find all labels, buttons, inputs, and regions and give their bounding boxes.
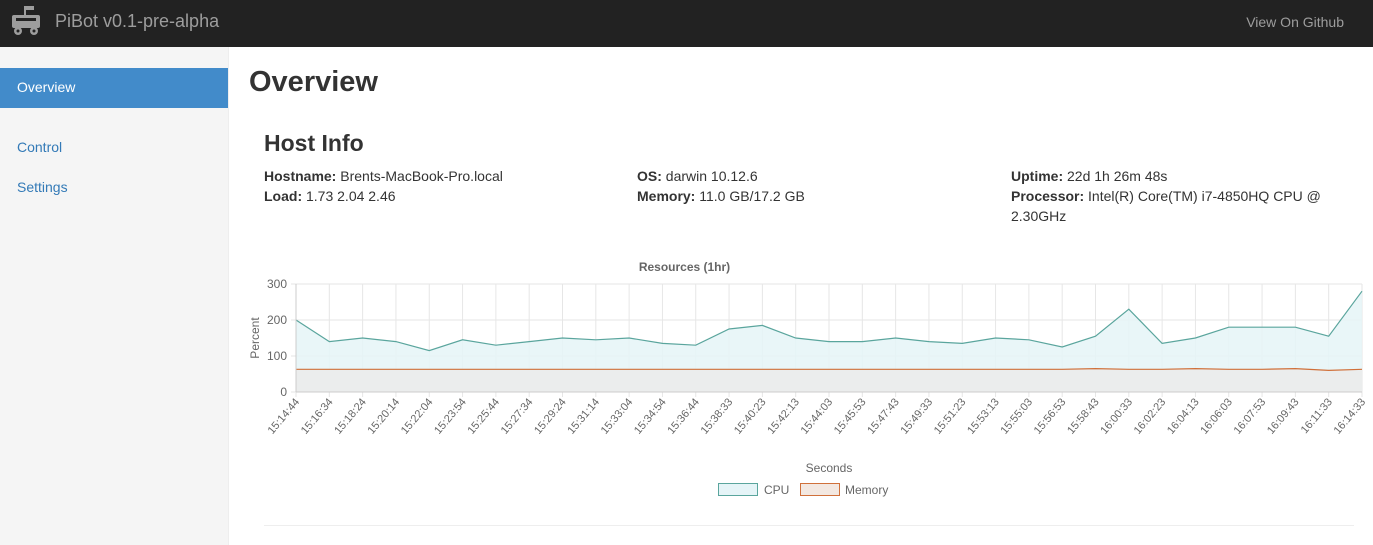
x-tick-label: 16:06:03	[1198, 396, 1235, 437]
x-tick-label: 15:18:24	[332, 396, 369, 437]
x-tick-label: 15:58:43	[1065, 396, 1102, 437]
x-tick-label: 16:04:13	[1165, 396, 1202, 437]
y-tick-label: 200	[267, 313, 287, 327]
x-tick-label: 15:33:04	[599, 396, 636, 437]
y-tick-label: 300	[267, 277, 287, 291]
x-tick-label: 15:36:44	[665, 396, 702, 437]
x-tick-label: 15:47:43	[865, 396, 902, 437]
x-tick-label: 15:14:44	[266, 396, 303, 437]
y-tick-label: 100	[267, 349, 287, 363]
section-divider	[264, 525, 1354, 526]
x-tick-label: 15:51:23	[932, 396, 969, 437]
legend-memory-swatch	[800, 483, 840, 496]
x-tick-label: 15:29:24	[532, 396, 569, 437]
x-tick-label: 15:27:34	[499, 396, 536, 437]
x-tick-label: 15:20:14	[366, 396, 403, 437]
x-tick-label: 15:45:53	[832, 396, 869, 437]
x-tick-label: 15:22:04	[399, 396, 436, 437]
resources-chart: 0 100 200 300 15:14:4415:16:3415:18:2415:20:…	[248, 277, 1369, 475]
x-tick-label: 15:49:33	[899, 396, 936, 437]
x-tick-label: 15:55:03	[998, 396, 1035, 437]
x-tick-label: 16:11:33	[1299, 396, 1335, 436]
x-tick-label: 15:23:54	[432, 396, 469, 437]
x-tick-label: 15:31:14	[565, 396, 602, 437]
x-tick-label: 16:02:23	[1132, 396, 1169, 437]
x-tick-label: 15:44:03	[799, 396, 836, 437]
legend-cpu-swatch	[718, 483, 758, 496]
legend-memory-label: Memory	[845, 483, 889, 497]
x-tick-label: 15:16:34	[299, 396, 336, 437]
x-tick-label: 15:56:53	[1032, 396, 1069, 437]
x-tick-label: 15:25:44	[465, 396, 502, 437]
x-tick-label: 16:09:43	[1265, 396, 1302, 437]
x-tick-label: 15:42:13	[765, 396, 802, 437]
x-axis-title: Seconds	[806, 461, 853, 475]
legend-cpu-label: CPU	[764, 483, 790, 497]
series-area-memory	[296, 368, 1362, 392]
x-tick-label: 15:53:13	[965, 396, 1002, 437]
x-tick-label: 15:38:33	[699, 396, 736, 437]
y-axis-title: Percent	[248, 317, 262, 359]
x-tick-label: 15:40:23	[732, 396, 769, 437]
x-tick-label: 16:14:33	[1332, 396, 1369, 437]
y-tick-label: 0	[280, 385, 287, 399]
x-tick-label: 15:34:54	[632, 396, 669, 437]
x-tick-label: 16:07:53	[1232, 396, 1269, 437]
x-tick-label: 16:00:33	[1098, 396, 1135, 437]
